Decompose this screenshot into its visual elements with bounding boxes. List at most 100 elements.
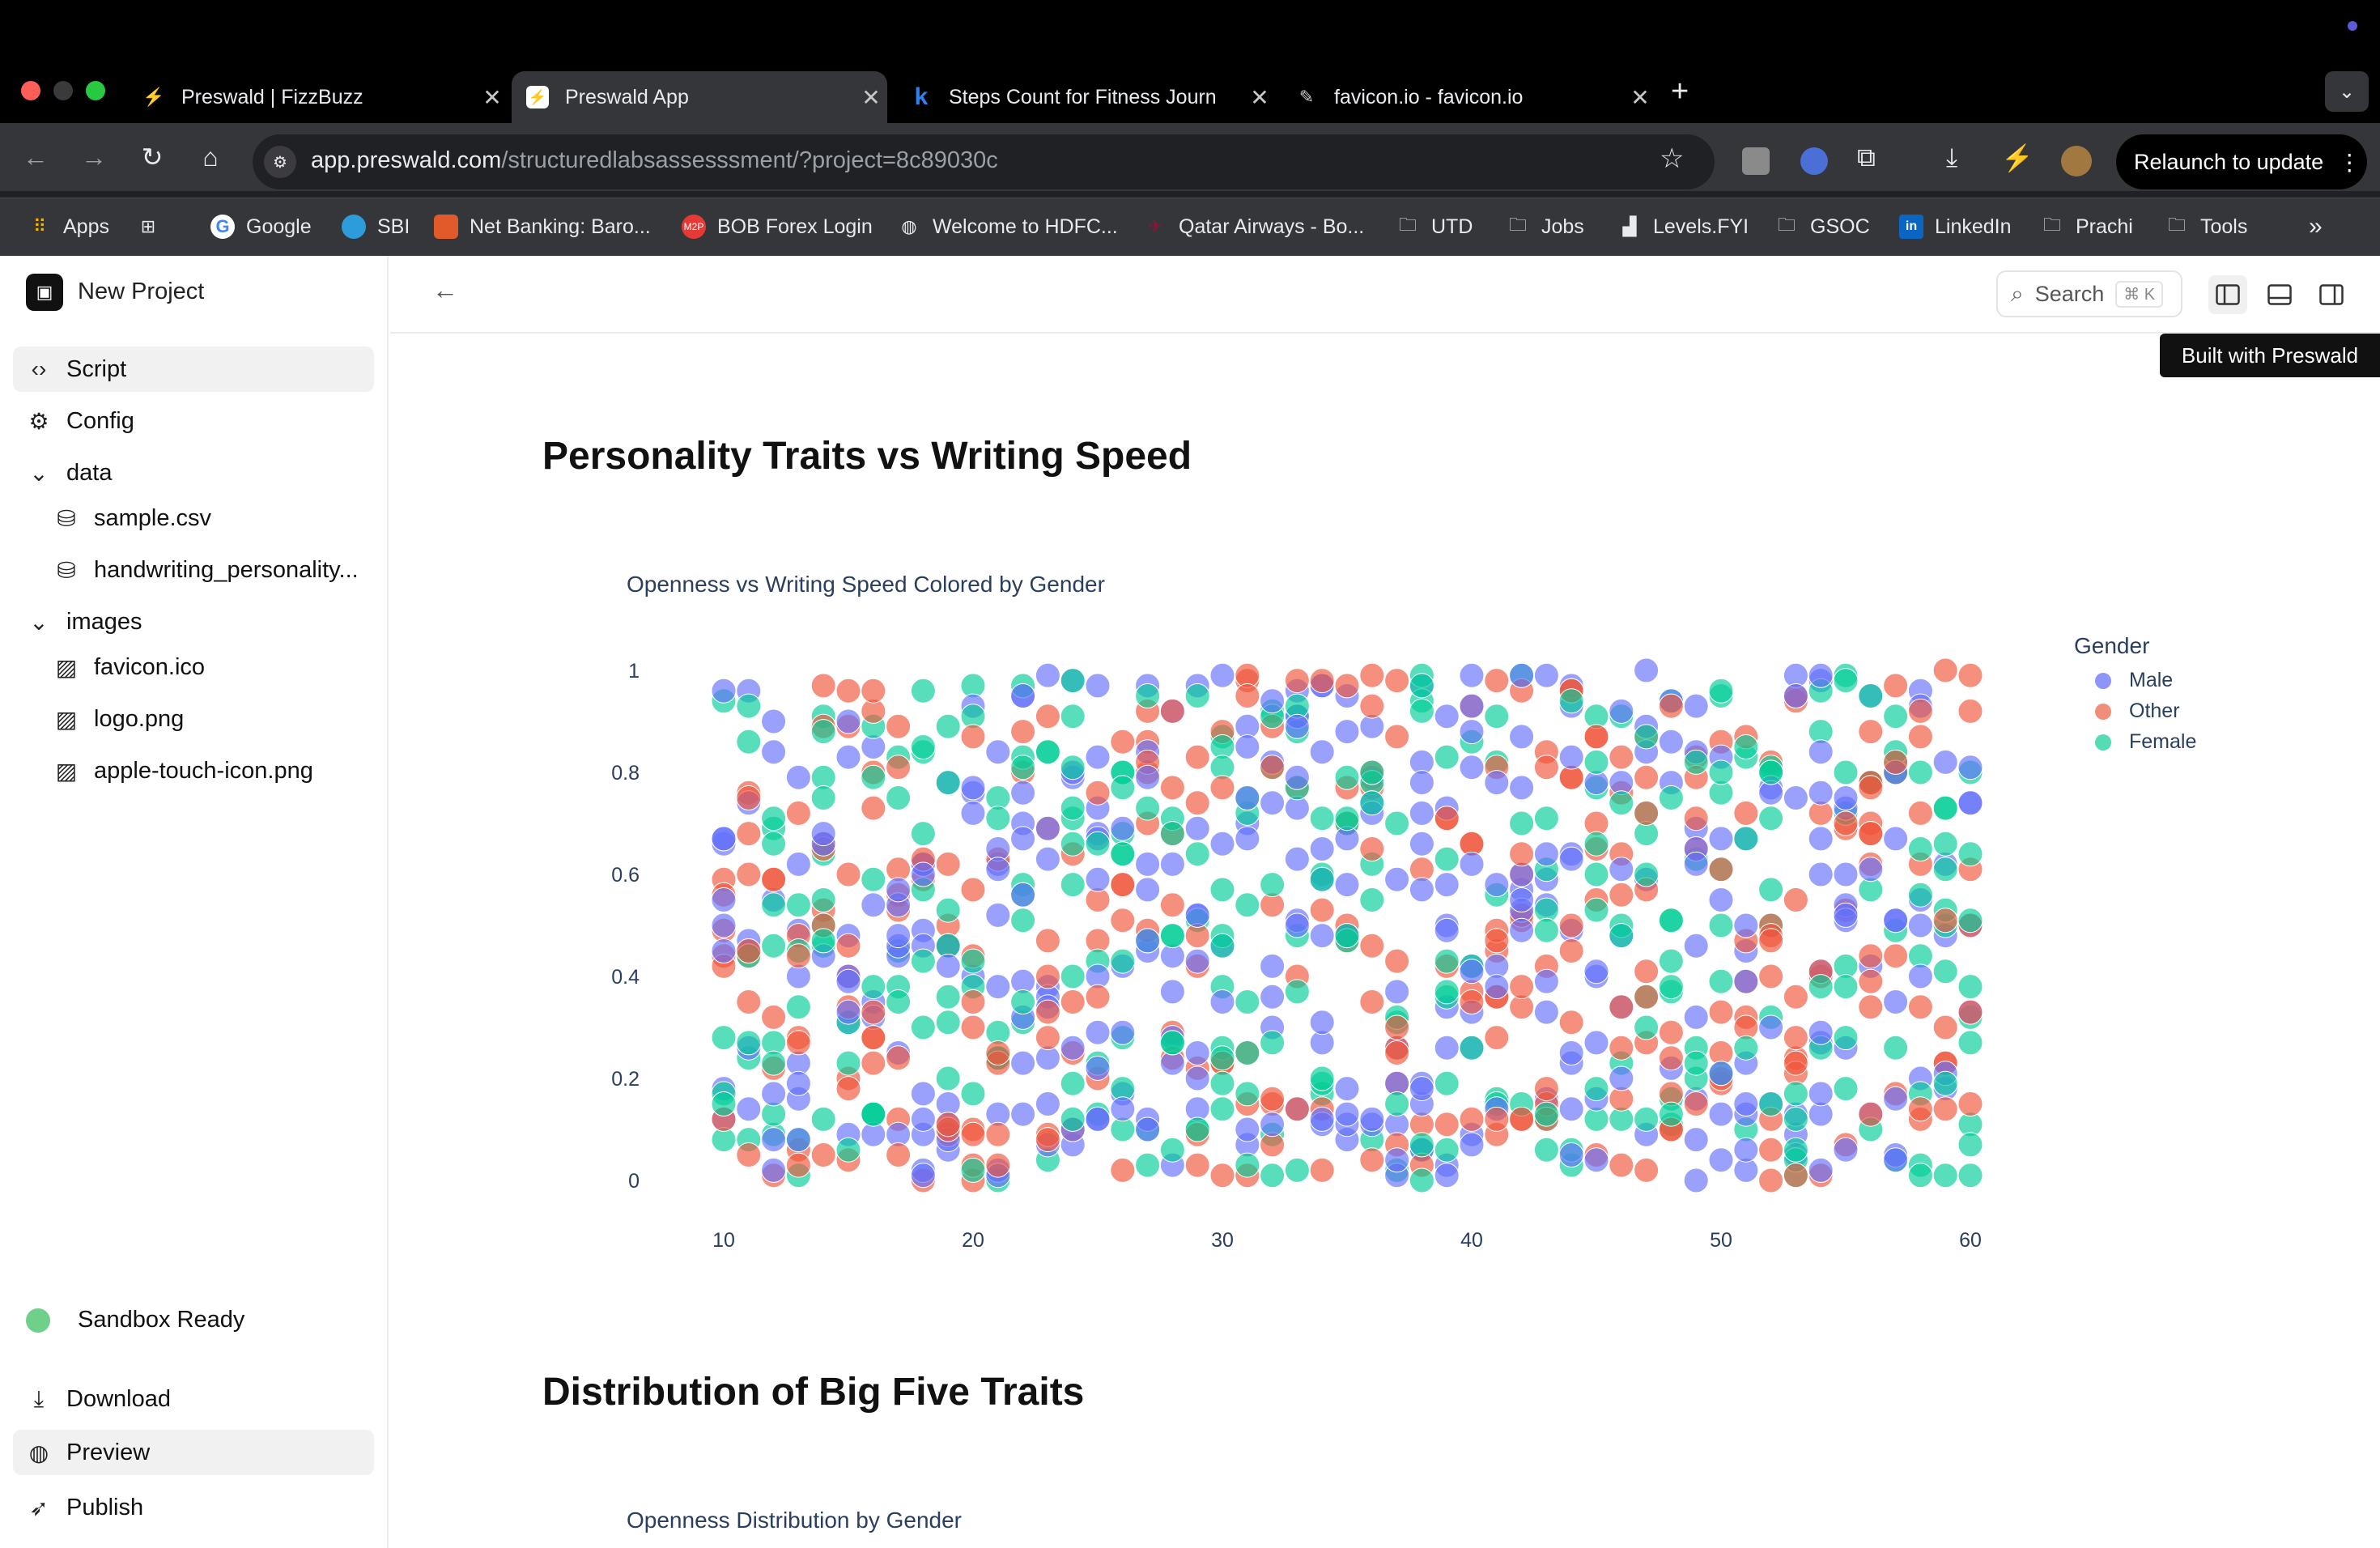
scatter-point-male[interactable] bbox=[1235, 1116, 1260, 1142]
scatter-point-male[interactable] bbox=[785, 851, 811, 877]
scatter-point-male[interactable] bbox=[1509, 917, 1535, 943]
scatter-point-female[interactable] bbox=[886, 785, 912, 810]
scatter-point-male[interactable] bbox=[1583, 1147, 1609, 1173]
scatter-point-female[interactable] bbox=[1184, 1116, 1210, 1142]
scatter-point-female[interactable] bbox=[1309, 866, 1335, 892]
scatter-point-female[interactable] bbox=[736, 1030, 762, 1056]
sidebar-item-config[interactable]: ⚙ Config bbox=[13, 398, 374, 444]
scatter-point-other[interactable] bbox=[960, 724, 986, 750]
scatter-point-female[interactable] bbox=[1708, 759, 1734, 785]
scatter-point-female[interactable] bbox=[1060, 755, 1086, 780]
scatter-point-female[interactable] bbox=[1758, 759, 1784, 785]
scatter-point-other[interactable] bbox=[1658, 1019, 1684, 1045]
scatter-point-other[interactable] bbox=[1634, 984, 1660, 1010]
scatter-point-male[interactable] bbox=[1309, 836, 1335, 861]
scatter-point-female[interactable] bbox=[960, 1081, 986, 1107]
search-button[interactable]: ⌕ Search ⌘ K bbox=[1996, 270, 2182, 317]
back-arrow-icon[interactable]: ← bbox=[432, 275, 458, 305]
scatter-point-other[interactable] bbox=[1359, 693, 1385, 719]
scatter-point-female[interactable] bbox=[1060, 704, 1086, 729]
scatter-point-female[interactable] bbox=[910, 734, 936, 759]
scatter-point-male[interactable] bbox=[1135, 851, 1161, 877]
scatter-point-male[interactable] bbox=[1883, 989, 1909, 1014]
scatter-point-male[interactable] bbox=[1558, 846, 1584, 872]
scatter-point-female[interactable] bbox=[861, 974, 886, 1000]
scatter-point-other[interactable] bbox=[960, 1121, 986, 1147]
scatter-point-other[interactable] bbox=[1035, 963, 1060, 989]
scatter-point-other[interactable] bbox=[835, 861, 861, 887]
sidebar-item-script[interactable]: ‹› Script bbox=[13, 347, 374, 392]
scatter-point-other[interactable] bbox=[1783, 984, 1808, 1010]
scatter-point-male[interactable] bbox=[1907, 963, 1933, 989]
scatter-point-female[interactable] bbox=[1957, 1132, 1983, 1158]
scatter-point-female[interactable] bbox=[1683, 749, 1709, 775]
scatter-point-female[interactable] bbox=[1634, 724, 1660, 750]
scatter-point-female[interactable] bbox=[1260, 872, 1286, 898]
scatter-point-male[interactable] bbox=[985, 739, 1011, 765]
scatter-point-male[interactable] bbox=[1783, 785, 1808, 810]
scatter-point-other[interactable] bbox=[1583, 724, 1609, 750]
scatter-point-other[interactable] bbox=[1609, 994, 1634, 1020]
scatter-point-male[interactable] bbox=[1010, 1101, 1036, 1127]
scatter-point-female[interactable] bbox=[861, 764, 886, 790]
scatter-point-other[interactable] bbox=[1434, 1112, 1460, 1138]
scatter-point-other[interactable] bbox=[1609, 1152, 1634, 1178]
scatter-point-female[interactable] bbox=[1284, 979, 1310, 1005]
scatter-point-other[interactable] bbox=[1359, 1147, 1385, 1173]
scatter-point-other[interactable] bbox=[1907, 1096, 1933, 1122]
scatter-point-male[interactable] bbox=[810, 821, 836, 847]
scatter-point-female[interactable] bbox=[1135, 1152, 1161, 1178]
scatter-point-other[interactable] bbox=[1683, 1091, 1709, 1116]
scatter-point-female[interactable] bbox=[1533, 1101, 1559, 1127]
legend-item-male[interactable]: Male bbox=[2095, 669, 2173, 692]
scatter-point-male[interactable] bbox=[1509, 887, 1535, 912]
scatter-point-male[interactable] bbox=[1883, 1086, 1909, 1112]
scatter-point-other[interactable] bbox=[1284, 668, 1310, 694]
scatter-point-female[interactable] bbox=[736, 693, 762, 719]
scatter-point-other[interactable] bbox=[985, 1040, 1011, 1065]
scatter-point-other[interactable] bbox=[1085, 984, 1111, 1010]
scatter-point-male[interactable] bbox=[1085, 1106, 1111, 1132]
scatter-point-female[interactable] bbox=[1658, 785, 1684, 810]
scatter-point-female[interactable] bbox=[960, 1157, 986, 1183]
bookmark-jobs[interactable]: 🗀 Jobs bbox=[1506, 212, 1584, 241]
scatter-point-other[interactable] bbox=[1110, 872, 1136, 898]
scatter-point-other[interactable] bbox=[1359, 836, 1385, 861]
scatter-point-female[interactable] bbox=[835, 1050, 861, 1076]
forward-arrow-icon[interactable]: → bbox=[76, 139, 112, 175]
scatter-point-male[interactable] bbox=[1833, 1137, 1859, 1163]
scatter-point-other[interactable] bbox=[736, 861, 762, 887]
scatter-point-other[interactable] bbox=[1533, 755, 1559, 780]
scatter-point-other[interactable] bbox=[1783, 1163, 1808, 1189]
tab-preswald-fizzbuzz[interactable]: ⚡ Preswald | FizzBuzz ✕ bbox=[128, 71, 508, 123]
scatter-point-other[interactable] bbox=[1509, 841, 1535, 867]
scatter-point-female[interactable] bbox=[1733, 1035, 1759, 1061]
scatter-point-female[interactable] bbox=[1907, 1163, 1933, 1189]
scatter-point-male[interactable] bbox=[1184, 948, 1210, 974]
relaunch-button[interactable]: Relaunch to update ⋮ bbox=[2116, 134, 2367, 189]
close-tab-icon[interactable]: ✕ bbox=[476, 84, 508, 111]
scatter-point-female[interactable] bbox=[1235, 892, 1260, 918]
scatter-point-other[interactable] bbox=[1209, 775, 1235, 801]
scatter-point-female[interactable] bbox=[1309, 1065, 1335, 1091]
scatter-point-other[interactable] bbox=[736, 938, 762, 963]
scatter-point-other[interactable] bbox=[1558, 912, 1584, 938]
toggle-right-panel-icon[interactable] bbox=[2312, 275, 2351, 314]
scatter-point-male[interactable] bbox=[1434, 872, 1460, 898]
scatter-point-other[interactable] bbox=[1384, 724, 1410, 750]
preview-button[interactable]: ◍ Preview bbox=[13, 1430, 374, 1475]
scatter-point-other[interactable] bbox=[1359, 662, 1385, 688]
bookmark-utd[interactable]: 🗀 UTD bbox=[1396, 212, 1473, 241]
scatter-point-female[interactable] bbox=[1733, 826, 1759, 852]
scatter-point-other[interactable] bbox=[1833, 810, 1859, 836]
scatter-point-male[interactable] bbox=[1583, 1030, 1609, 1056]
scatter-point-female[interactable] bbox=[785, 892, 811, 918]
scatter-point-male[interactable] bbox=[1957, 755, 1983, 780]
reload-icon[interactable]: ↻ bbox=[134, 139, 170, 175]
scatter-point-male[interactable] bbox=[1683, 693, 1709, 719]
scatter-point-male[interactable] bbox=[1733, 968, 1759, 994]
scatter-point-female[interactable] bbox=[1833, 1076, 1859, 1102]
scatter-point-female[interactable] bbox=[1334, 806, 1360, 831]
scatter-point-male[interactable] bbox=[785, 1070, 811, 1096]
scatter-point-female[interactable] bbox=[1035, 739, 1060, 765]
